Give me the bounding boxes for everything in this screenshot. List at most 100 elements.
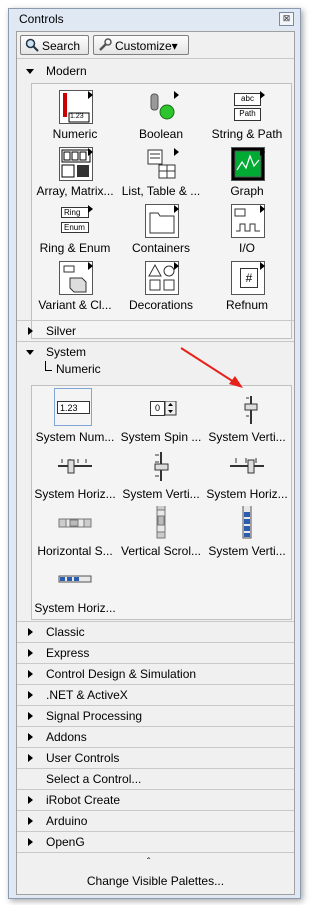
palette-item-label: Containers (131, 241, 191, 255)
palette-item-io[interactable]: I/O (204, 202, 290, 259)
system-numeric-icon: 1.23 (52, 392, 98, 426)
section-label: iRobot Create (46, 793, 121, 807)
change-visible-palettes-link[interactable]: Change Visible Palettes... (17, 874, 294, 888)
horizontal-scrollbar-icon (52, 506, 98, 540)
palette-item-list-table[interactable]: List, Table & ... (118, 145, 204, 202)
section-header-arduino[interactable]: Arduino (21, 812, 291, 831)
search-button[interactable]: Search (20, 35, 89, 55)
window-title: Controls (19, 12, 64, 26)
expand-arrow-icon (28, 670, 33, 678)
palette-item-variant-class[interactable]: Variant & Cl... (32, 259, 118, 316)
palette-item-label: I/O (238, 241, 255, 255)
section-arduino: Arduino (17, 810, 294, 832)
section-header-silver[interactable]: Silver (21, 322, 291, 341)
system-spin-icon: 0 (138, 392, 184, 426)
expand-arrow-icon (28, 817, 33, 825)
palette-item-decorations[interactable]: Decorations (118, 259, 204, 316)
palette-item-system-horizontal-slide-2[interactable]: System Horiz... (204, 443, 290, 501)
submenu-arrow-icon (174, 205, 179, 213)
footer: ˆ Change Visible Palettes... (17, 852, 294, 895)
section-dotnet-activex: .NET & ActiveX (17, 684, 294, 706)
palette-item-label: System Spin ... (120, 430, 202, 444)
palette-item-horizontal-scrollbar[interactable]: Horizontal S... (32, 500, 118, 558)
section-label: Classic (46, 625, 85, 639)
section-header-irobot-create[interactable]: iRobot Create (21, 791, 291, 810)
section-classic: Classic (17, 621, 294, 643)
section-header-control-design[interactable]: Control Design & Simulation (21, 665, 291, 684)
palette-item-label: System Num... (35, 430, 115, 444)
submenu-arrow-icon (260, 262, 265, 270)
path-icon-text: Path (234, 108, 261, 121)
section-header-addons[interactable]: Addons (21, 728, 291, 747)
section-system: System Numeric 1.23 System Num... 0 Syst… (17, 341, 294, 622)
subpalette-label: Numeric (56, 362, 101, 376)
section-header-system[interactable]: System (21, 343, 291, 362)
palette-item-vertical-scrollbar[interactable]: Vertical Scrol... (118, 500, 204, 558)
modern-palette-grid: 1.23 Numeric Boolean abc Path String & P… (31, 83, 292, 339)
system-horizontal-slide-icon (52, 449, 98, 483)
system-palette-grid: 1.23 System Num... 0 System Spin ... Sys… (31, 385, 292, 620)
collapse-arrow-icon (26, 69, 34, 74)
chevron-up-icon[interactable]: ˆ (147, 857, 150, 868)
palette-item-ring-enum[interactable]: Ring Enum Ring & Enum (32, 202, 118, 259)
section-header-dotnet-activex[interactable]: .NET & ActiveX (21, 686, 291, 705)
palette-item-system-spin[interactable]: 0 System Spin ... (118, 386, 204, 444)
vertical-scrollbar-icon (138, 503, 184, 540)
palette-item-system-numeric[interactable]: 1.23 System Num... (32, 386, 118, 444)
submenu-arrow-icon (88, 262, 93, 270)
submenu-arrow-icon (174, 91, 179, 99)
section-label: OpenG (46, 835, 85, 849)
palette-item-label: Array, Matrix... (36, 184, 114, 198)
string-icon-text: abc (234, 93, 261, 106)
system-horizontal-slide2-icon (224, 449, 270, 483)
system-horizontal-progress-icon (52, 563, 98, 597)
palette-item-graph[interactable]: Graph (204, 145, 290, 202)
palette-item-system-horizontal-slide[interactable]: System Horiz... (32, 443, 118, 501)
section-header-express[interactable]: Express (21, 644, 291, 663)
expand-arrow-icon (28, 628, 33, 636)
palette-item-boolean[interactable]: Boolean (118, 88, 204, 145)
submenu-arrow-icon (174, 148, 179, 156)
system-spin-text: 0 (150, 401, 165, 416)
section-header-signal-processing[interactable]: Signal Processing (21, 707, 291, 726)
controls-palette-window: Controls ⊠ Search Customize▾ Modern 1.23… (8, 8, 301, 899)
section-label: Modern (46, 64, 87, 78)
close-icon[interactable]: ⊠ (279, 12, 294, 26)
palette-item-string-path[interactable]: abc Path String & Path (204, 88, 290, 145)
palette-item-numeric[interactable]: 1.23 Numeric (32, 88, 118, 145)
section-header-user-controls[interactable]: User Controls (21, 749, 291, 768)
section-header-openg[interactable]: OpenG (21, 833, 291, 852)
system-numeric-text: 1.23 (57, 401, 90, 414)
expand-arrow-icon (28, 838, 33, 846)
palette-item-system-vertical-progress[interactable]: System Verti... (204, 500, 290, 558)
submenu-arrow-icon (260, 148, 265, 156)
collapse-arrow-icon (26, 350, 34, 355)
section-label: Silver (46, 324, 77, 338)
expand-arrow-icon (28, 754, 33, 762)
section-control-design: Control Design & Simulation (17, 663, 294, 685)
section-header-classic[interactable]: Classic (21, 623, 291, 642)
palette-item-label: System Horiz... (34, 601, 116, 615)
section-label: User Controls (46, 751, 120, 765)
palette-item-label: System Verti... (122, 487, 200, 501)
palette-item-refnum[interactable]: # Refnum (204, 259, 290, 316)
palette-item-containers[interactable]: Containers (118, 202, 204, 259)
palette-item-system-vertical-slide-2[interactable]: System Verti... (118, 443, 204, 501)
section-header-modern[interactable]: Modern (21, 62, 291, 81)
subpalette-connector (45, 361, 52, 371)
palette-item-label: Graph (230, 184, 264, 198)
section-label: Signal Processing (46, 709, 143, 723)
section-modern: Modern 1.23 Numeric Boolean abc Path Str… (17, 58, 294, 342)
customize-button[interactable]: Customize▾ (93, 35, 189, 55)
palette-item-label: List, Table & ... (121, 184, 201, 198)
palette-item-system-vertical-slide[interactable]: System Verti... (204, 386, 290, 444)
palette-item-array-matrix[interactable]: Array, Matrix... (32, 145, 118, 202)
select-a-control-item[interactable]: Select a Control... (21, 770, 291, 789)
expand-arrow-icon (28, 796, 33, 804)
palette-item-label: System Horiz... (206, 487, 288, 501)
section-openg: OpenG (17, 831, 294, 853)
section-label: Addons (46, 730, 87, 744)
palette-item-system-horizontal-progress[interactable]: System Horiz... (32, 557, 118, 615)
section-express: Express (17, 642, 294, 664)
toolbar: Search Customize▾ (17, 32, 294, 58)
